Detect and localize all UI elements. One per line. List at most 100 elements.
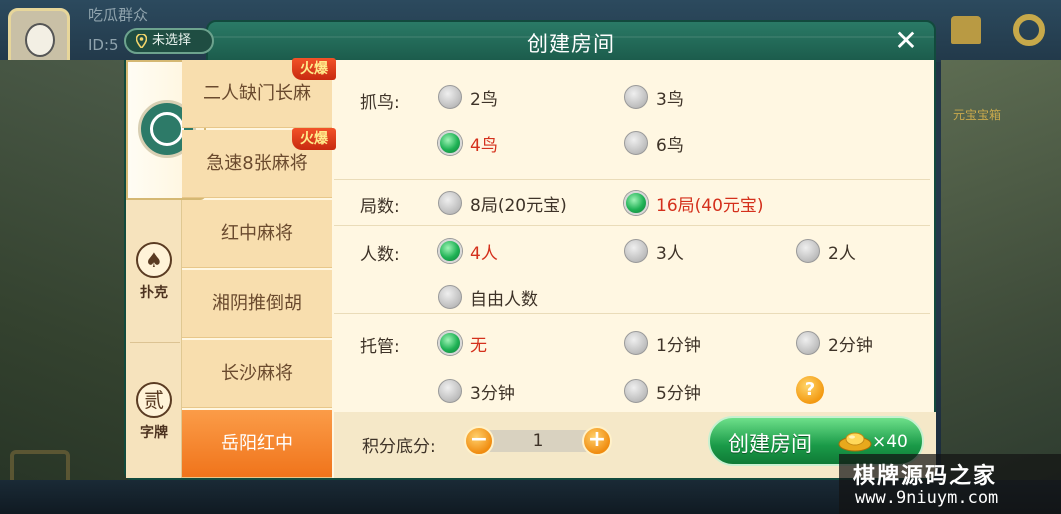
radio-bird-6[interactable]: 6鸟 [624, 128, 684, 158]
bird-label: 抓鸟: [360, 93, 400, 113]
plus-button[interactable]: + [582, 426, 612, 456]
radio-label: 无 [470, 335, 487, 356]
radio-label: 4人 [470, 243, 498, 264]
option-row-auto: 托管: 无 1分钟 2分钟 3分钟 5分钟 ? [334, 314, 930, 410]
category-poker[interactable]: ♠ 扑克 [126, 242, 182, 302]
radio-label: 16局(40元宝) [656, 195, 764, 216]
category-zipai[interactable]: 贰 字牌 [126, 382, 182, 442]
radio-label: 1分钟 [656, 335, 701, 356]
gold-ingot-icon [838, 432, 872, 452]
radio-bird-3[interactable]: 3鸟 [624, 82, 684, 112]
dialog-title: 创建房间 [527, 32, 615, 56]
watermark-url: www.9niuym.com [855, 488, 999, 508]
location-label: 未选择 [152, 33, 192, 48]
option-row-bird: 抓鸟: 2鸟 3鸟 4鸟 6鸟 [334, 60, 930, 180]
radio-label: 3鸟 [656, 89, 684, 110]
game-item-erren[interactable]: 二人缺门长麻 火爆 [182, 58, 336, 128]
dialog-body: ♠ 扑克 贰 字牌 二人缺门长麻 火爆 急速8张麻将 火爆 红中麻将 湘阴推倒胡 [124, 58, 936, 480]
radio-label: 3分钟 [470, 383, 515, 404]
radio-players-2[interactable]: 2人 [796, 236, 856, 266]
auto-label: 托管: [360, 337, 400, 357]
create-room-label: 创建房间 [728, 432, 812, 456]
radio-label: 8局(20元宝) [470, 195, 567, 216]
game-item-label: 岳阳红中 [221, 433, 293, 454]
radio-dot [438, 85, 462, 109]
radio-dot [438, 331, 462, 355]
zi-character-icon: 贰 [136, 382, 172, 418]
game-item-label: 红中麻将 [221, 223, 293, 244]
spade-icon: ♠ [136, 242, 172, 278]
game-list: 二人缺门长麻 火爆 急速8张麻将 火爆 红中麻将 湘阴推倒胡 长沙麻将 岳阳红中 [182, 58, 336, 478]
radio-dot [624, 331, 648, 355]
location-selector[interactable]: 未选择 [124, 28, 214, 54]
category-poker-label: 扑克 [140, 285, 168, 301]
game-item-label: 长沙麻将 [221, 363, 293, 384]
radio-dot [438, 239, 462, 263]
radio-dot [438, 131, 462, 155]
player-id: ID:5 [88, 36, 119, 54]
minus-button[interactable]: − [464, 426, 494, 456]
game-item-hongzhong[interactable]: 红中麻将 [182, 200, 332, 268]
lobby-left-scenery [0, 60, 130, 514]
game-item-label: 湘阴推倒胡 [212, 293, 302, 314]
dialog-header: 创建房间 ✕ [206, 20, 936, 62]
radio-dot [624, 131, 648, 155]
help-icon[interactable]: ? [796, 376, 824, 404]
players-label: 人数: [360, 245, 400, 265]
game-item-jisu[interactable]: 急速8张麻将 火爆 [182, 128, 336, 198]
radio-label: 2分钟 [828, 335, 873, 356]
game-item-changsha[interactable]: 长沙麻将 [182, 340, 332, 408]
shirt-icon [951, 16, 981, 44]
location-pin-icon [136, 34, 147, 48]
create-room-dialog: 创建房间 ✕ 未选择 ♠ 扑克 贰 字牌 二人缺门长麻 火爆 急速8张麻将 火爆… [124, 20, 936, 480]
radio-label: 6鸟 [656, 135, 684, 156]
gear-icon [1013, 14, 1045, 46]
game-item-label: 二人缺门长麻 [203, 83, 311, 104]
radio-dot [438, 285, 462, 309]
radio-label: 5分钟 [656, 383, 701, 404]
radio-dot [624, 85, 648, 109]
rail-divider [130, 342, 180, 343]
score-value: 1 [478, 430, 598, 452]
radio-auto-3min[interactable]: 3分钟 [438, 376, 515, 406]
radio-label: 2鸟 [470, 89, 498, 110]
radio-auto-none[interactable]: 无 [438, 328, 487, 358]
rounds-label: 局数: [360, 197, 400, 217]
radio-players-4[interactable]: 4人 [438, 236, 498, 266]
close-button[interactable]: ✕ [892, 27, 920, 56]
game-item-label: 急速8张麻将 [206, 153, 308, 174]
radio-label: 自由人数 [470, 289, 538, 310]
radio-rounds-8[interactable]: 8局(20元宝) [438, 188, 567, 218]
watermark-title: 棋牌源码之家 [853, 464, 998, 489]
radio-dot [796, 331, 820, 355]
radio-dot [624, 379, 648, 403]
radio-bird-4[interactable]: 4鸟 [438, 128, 498, 158]
watermark: 棋牌源码之家 www.9niuym.com [839, 454, 1061, 514]
room-cost: ×40 [872, 432, 908, 452]
score-stepper: 1 − + [464, 426, 612, 456]
radio-dot [624, 191, 648, 215]
radio-label: 3人 [656, 243, 684, 264]
option-row-players: 人数: 4人 3人 2人 自由人数 [334, 226, 930, 314]
game-item-xiangyin[interactable]: 湘阴推倒胡 [182, 270, 332, 338]
hot-badge: 火爆 [292, 128, 336, 150]
radio-players-free[interactable]: 自由人数 [438, 282, 538, 312]
score-label: 积分底分: [362, 437, 436, 457]
radio-label: 4鸟 [470, 135, 498, 156]
radio-rounds-16[interactable]: 16局(40元宝) [624, 188, 764, 218]
radio-auto-5min[interactable]: 5分钟 [624, 376, 701, 406]
radio-auto-2min[interactable]: 2分钟 [796, 328, 873, 358]
option-row-rounds: 局数: 8局(20元宝) 16局(40元宝) [334, 180, 930, 226]
radio-auto-1min[interactable]: 1分钟 [624, 328, 701, 358]
hot-badge: 火爆 [292, 58, 336, 80]
radio-players-3[interactable]: 3人 [624, 236, 684, 266]
radio-bird-2[interactable]: 2鸟 [438, 82, 498, 112]
radio-label: 2人 [828, 243, 856, 264]
chest-label: 元宝宝箱 [952, 108, 1001, 122]
lobby-right-scenery [941, 60, 1061, 500]
game-item-yueyang[interactable]: 岳阳红中 [182, 410, 332, 478]
radio-dot [796, 239, 820, 263]
radio-dot [438, 191, 462, 215]
radio-dot [438, 379, 462, 403]
category-zipai-label: 字牌 [140, 425, 168, 441]
